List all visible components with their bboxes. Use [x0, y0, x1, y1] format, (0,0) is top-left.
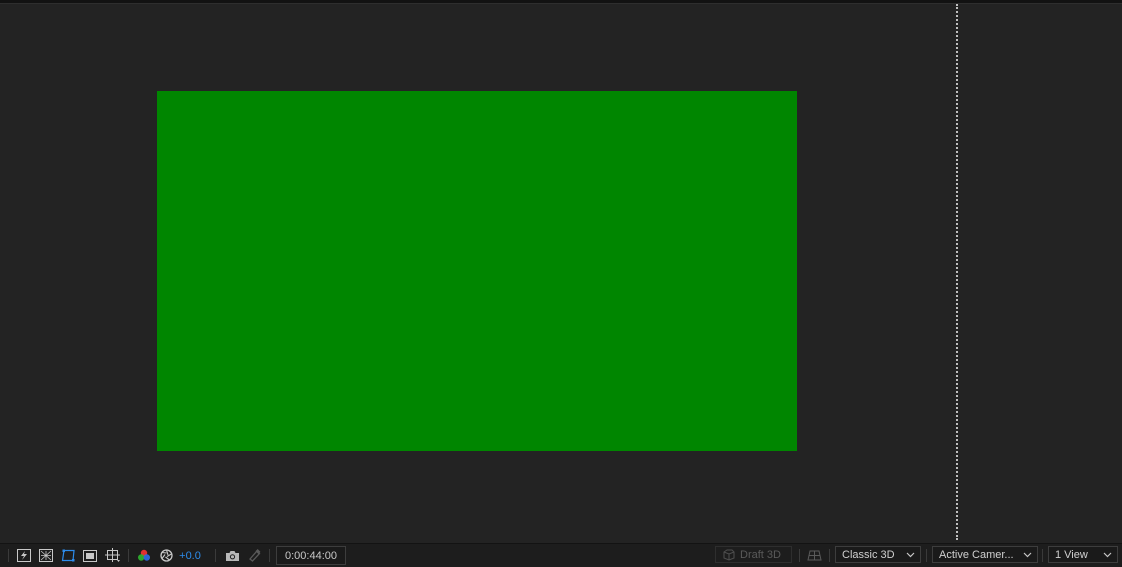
composition-frame[interactable] [157, 91, 797, 451]
toolbar-separator [1042, 549, 1043, 562]
toolbar-separator [128, 549, 129, 562]
exposure-value[interactable]: +0.0 [178, 544, 202, 567]
region-of-interest-icon[interactable] [81, 544, 99, 567]
panel-top-divider [0, 3, 1122, 4]
show-snapshot-icon[interactable] [245, 544, 263, 567]
draft-3d-button[interactable]: Draft 3D [715, 546, 792, 563]
viewer-toolbar: +0.0 0:00:44:00 Draft 3D Classic 3D Acti… [0, 543, 1122, 567]
chevron-down-icon [906, 552, 915, 558]
renderer-dropdown[interactable]: Classic 3D [835, 546, 921, 563]
view-layout-label: 1 View [1055, 548, 1088, 561]
mask-path-visibility-icon[interactable] [59, 544, 77, 567]
toolbar-separator [799, 549, 800, 562]
composition-viewer[interactable]: +0.0 0:00:44:00 Draft 3D Classic 3D Acti… [0, 0, 1122, 567]
reset-exposure-icon[interactable] [157, 544, 175, 567]
toggle-guides-icon[interactable] [103, 544, 123, 567]
current-time-display[interactable]: 0:00:44:00 [276, 546, 346, 565]
transparency-grid-icon[interactable] [37, 544, 55, 567]
snapshot-icon[interactable] [223, 544, 241, 567]
3d-ground-plane-icon[interactable] [805, 544, 823, 567]
toolbar-separator [926, 549, 927, 562]
toolbar-separator [829, 549, 830, 562]
vertical-guide-line[interactable] [956, 4, 958, 540]
toolbar-separator [8, 549, 9, 562]
draft-3d-icon [723, 549, 735, 561]
view-layout-dropdown[interactable]: 1 View [1048, 546, 1118, 563]
renderer-label: Classic 3D [842, 548, 895, 561]
show-channel-icon[interactable] [135, 544, 153, 567]
camera-view-label: Active Camer... [939, 548, 1014, 561]
draft-3d-label: Draft 3D [740, 548, 781, 561]
chevron-down-icon [1023, 552, 1032, 558]
fast-previews-icon[interactable] [15, 544, 33, 567]
toolbar-separator [215, 549, 216, 562]
camera-view-dropdown[interactable]: Active Camer... [932, 546, 1038, 563]
toolbar-separator [269, 549, 270, 562]
chevron-down-icon [1103, 552, 1112, 558]
